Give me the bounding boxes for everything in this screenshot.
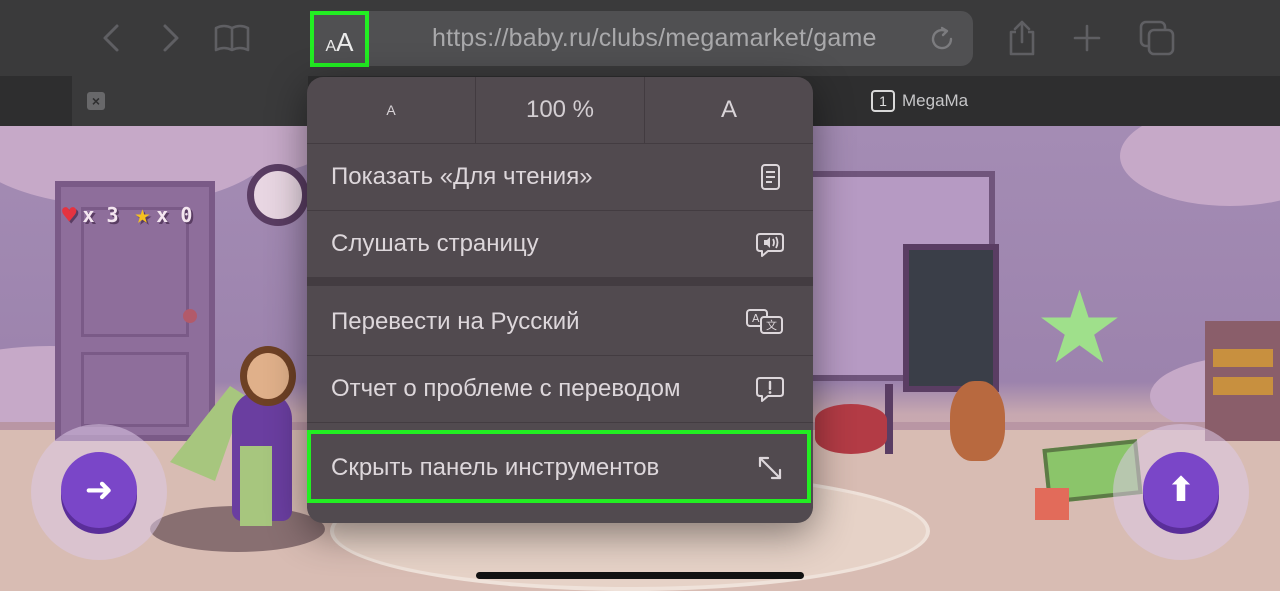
menu-item-translate[interactable]: Перевести на Русский A文 [307,289,813,355]
menu-item-reader[interactable]: Показать «Для чтения» [307,144,813,210]
stars-value: x 0 [156,203,193,227]
menu-item-label: Отчет о проблеме с переводом [331,375,681,402]
game-hud: ♥ x 3 ★ x 0 [62,200,192,230]
zoom-out-button[interactable]: A [307,77,476,143]
highlighted-menu-item-outline [307,430,811,503]
menu-section-divider [307,277,813,286]
menu-item-label: Слушать страницу [331,230,539,257]
share-icon[interactable] [1002,18,1042,58]
move-right-button[interactable]: ➜ [61,452,137,528]
shelf [1205,321,1280,441]
reader-icon [755,162,785,192]
home-indicator [476,572,804,579]
menu-item-report-translation[interactable]: Отчет о проблеме с переводом [307,356,813,422]
hero-legs [240,446,272,526]
bookmarks-icon[interactable] [212,18,252,58]
red-ottoman [815,404,887,454]
small-a-glyph: A [325,38,337,55]
tab-megamarket[interactable]: MegaMa [902,91,968,111]
star-icon: ★ [134,200,151,230]
zoom-level[interactable]: 100 % [476,77,645,143]
reader-settings-button[interactable]: A A [310,11,369,67]
shelf-drawer [1213,377,1273,395]
right-arrow-icon: ➜ [84,471,114,509]
zoom-controls: A 100 % A [307,77,813,143]
shelf-drawer [1213,349,1273,367]
stars-counter: ★ x 0 [135,200,193,230]
abc-block [1035,488,1069,520]
translate-icon: A文 [745,307,785,337]
tabs-icon[interactable] [1137,18,1177,58]
speaker-bubble-icon [755,229,785,259]
star-bunny-collectible: ★ [1034,272,1125,384]
new-tab-icon[interactable] [1067,18,1107,58]
tab-count-badge: 1 [871,90,895,112]
tab-close-icon[interactable]: × [87,92,105,110]
jump-button[interactable]: ⬆ [1143,452,1219,528]
tab-active[interactable] [72,76,308,126]
forward-icon[interactable] [150,18,190,58]
lives-counter: ♥ x 3 [62,200,119,230]
large-a-glyph: A [336,27,354,57]
browser-toolbar: A A https://baby.ru/clubs/megamarket/gam… [0,0,1280,76]
zoom-in-button[interactable]: A [645,77,813,143]
chalkboard [903,244,999,392]
svg-text:文: 文 [766,318,777,332]
door-knob [183,309,197,323]
menu-item-listen[interactable]: Слушать страницу [307,211,813,277]
hero-head [240,346,296,406]
url-text[interactable]: https://baby.ru/clubs/megamarket/game [432,24,877,53]
menu-divider [307,422,813,423]
back-icon[interactable] [92,18,132,58]
menu-item-label: Перевести на Русский [331,308,580,335]
up-arrow-icon: ⬆ [1166,471,1196,509]
door-panel [81,352,189,427]
reload-icon[interactable] [928,25,956,53]
heart-icon: ♥ [62,201,77,229]
svg-text:A: A [752,312,760,325]
report-bubble-icon [755,374,785,404]
menu-item-label: Показать «Для чтения» [331,163,593,190]
wall-clock [247,164,309,226]
lives-value: x 3 [82,203,119,227]
cloud-decoration [1120,126,1280,206]
rabbit-toy [950,381,1005,461]
